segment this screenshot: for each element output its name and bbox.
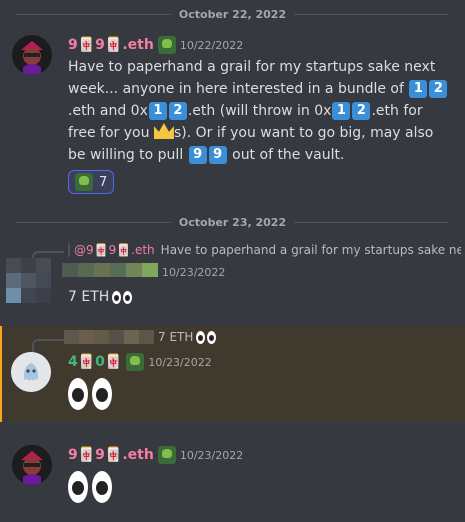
- message-text: 7 ETH: [68, 289, 110, 305]
- username[interactable]: 9🀄9🀄.eth: [68, 447, 154, 463]
- date-divider: October 23, 2022: [16, 212, 449, 232]
- eyes-emoji-large-icon: [68, 471, 112, 503]
- avatar-obscured[interactable]: [6, 258, 51, 303]
- keycap-emoji: 2: [429, 80, 448, 98]
- eyes-emoji-icon: [112, 290, 133, 304]
- avatar-image: [12, 445, 52, 485]
- reply-username-obscured[interactable]: [64, 330, 154, 344]
- reply-text: 7 ETH: [158, 330, 194, 344]
- keycap-emoji: 1: [332, 102, 351, 120]
- username-obscured[interactable]: [62, 263, 158, 277]
- avatar-image: [12, 35, 52, 75]
- timestamp: 10/23/2022: [162, 266, 226, 279]
- reply-preview[interactable]: 7 ETH: [158, 330, 217, 344]
- reply-preview[interactable]: @9🀄9🀄.eth Have to paperhand a grail for …: [68, 242, 461, 258]
- keycap-emoji: 2: [168, 102, 187, 120]
- crown-icon: [153, 123, 174, 139]
- message-header: 9🀄9🀄.eth 10/23/2022: [68, 445, 243, 465]
- avatar-image: [11, 352, 51, 392]
- reply-text: Have to paperhand a grail for my startup…: [160, 243, 461, 257]
- message-content: 7 ETH: [68, 286, 453, 308]
- avatar[interactable]: [12, 35, 52, 75]
- frog-badge-icon: [126, 353, 145, 371]
- message-text: .eth (will throw in 0x: [187, 103, 332, 119]
- message-text: Have to paperhand a grail for my startup…: [68, 59, 436, 97]
- reply-spine: [32, 339, 64, 353]
- keycap-emoji: 1: [409, 80, 428, 98]
- date-divider: October 22, 2022: [16, 4, 449, 24]
- message-header: 4🀄0🀄 10/23/2022: [68, 352, 212, 372]
- avatar[interactable]: [11, 352, 51, 392]
- username[interactable]: 4🀄0🀄: [68, 354, 122, 370]
- reaction-button[interactable]: 7: [68, 170, 115, 194]
- frog-badge-icon: [157, 36, 176, 54]
- frog-icon: [75, 173, 93, 191]
- keycap-emoji: 9: [188, 146, 207, 164]
- keycap-emoji: 2: [352, 102, 371, 120]
- avatar[interactable]: [12, 445, 52, 485]
- date-divider-label: October 23, 2022: [178, 215, 287, 229]
- message-content: Have to paperhand a grail for my startup…: [68, 56, 453, 166]
- timestamp: 10/23/2022: [148, 355, 212, 369]
- reply-username[interactable]: @9🀄9🀄.eth: [74, 243, 155, 257]
- username[interactable]: 9🀄9🀄.eth: [68, 37, 154, 53]
- frog-badge-icon: [157, 446, 176, 464]
- mention-highlight-bar: [0, 326, 2, 422]
- reply-avatar: [68, 242, 70, 258]
- keycap-emoji: 9: [208, 146, 227, 164]
- message-text: out of the vault.: [227, 147, 345, 163]
- eyes-emoji-large-icon: [68, 378, 112, 410]
- keycap-emoji: 1: [148, 102, 167, 120]
- timestamp: 10/22/2022: [179, 38, 244, 52]
- message-header: 9🀄9🀄.eth 10/22/2022: [68, 35, 243, 55]
- message-text: .eth and 0x: [68, 103, 148, 119]
- reaction-count: 7: [99, 174, 108, 190]
- timestamp: 10/23/2022: [179, 448, 244, 462]
- date-divider-label: October 22, 2022: [178, 7, 287, 21]
- eyes-emoji-icon: [196, 330, 217, 344]
